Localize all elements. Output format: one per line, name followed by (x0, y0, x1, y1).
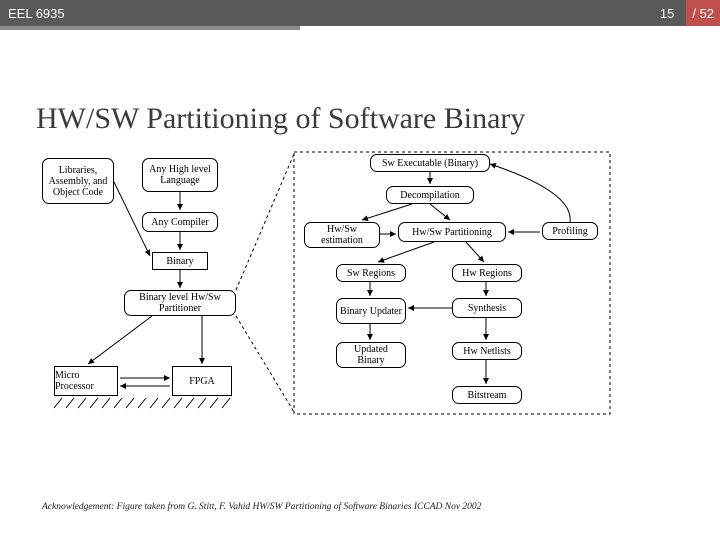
flow-diagram: Libraries, Assembly, and Object Code Any… (42, 152, 678, 452)
slide-title: HW/SW Partitioning of Software Binary (36, 102, 525, 136)
acknowledgement: Acknowledgement: Figure taken from G. St… (42, 502, 481, 512)
header-rule (0, 26, 300, 30)
slide-header: EEL 6935 15 / 52 (0, 0, 720, 26)
page-indicator: 15 / 52 (656, 0, 712, 26)
course-code: EEL 6935 (8, 6, 65, 21)
page-current: 15 (656, 6, 678, 21)
page-total: / 52 (686, 0, 720, 26)
diagram-arrows (42, 152, 678, 452)
